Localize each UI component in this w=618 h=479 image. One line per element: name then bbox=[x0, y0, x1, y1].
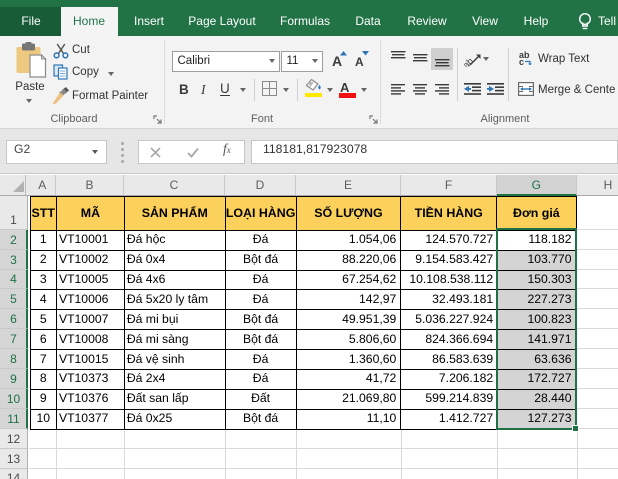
svg-text:c: c bbox=[519, 57, 524, 65]
